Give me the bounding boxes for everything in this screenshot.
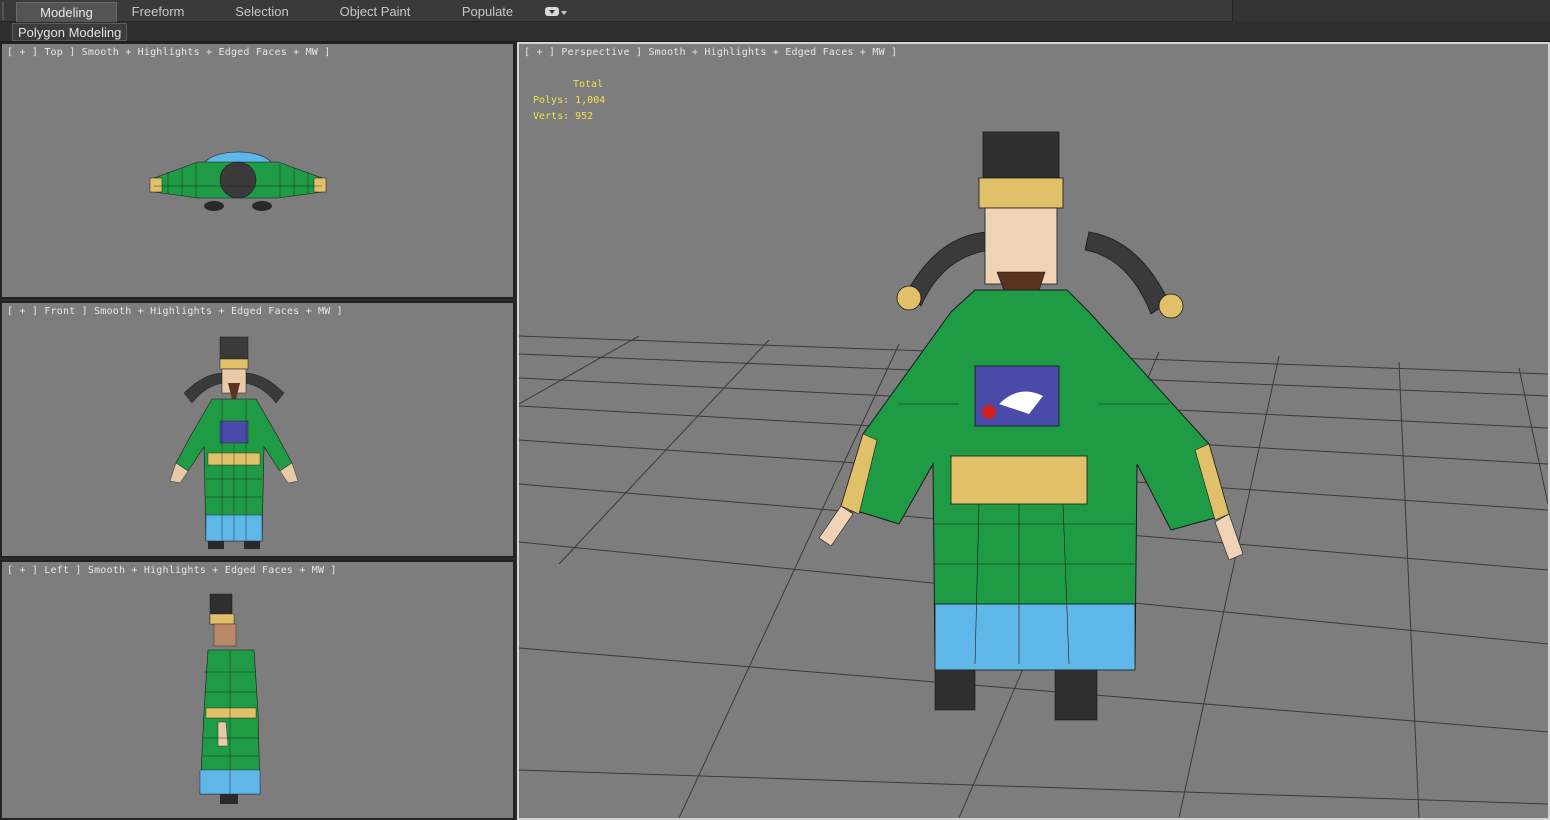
viewport-top-label[interactable]: [ + ] Top ] Smooth + Highlights + Edged … [7,47,330,58]
stats-total-label: Total [573,79,604,90]
tab-object-paint[interactable]: Object Paint [325,2,425,22]
stats-polys: Polys: 1,004 [533,95,606,106]
chevron-down-icon [561,11,567,15]
tab-selection[interactable]: Selection [218,2,306,22]
viewport-front-label[interactable]: [ + ] Front ] Smooth + Highlights + Edge… [7,306,343,317]
tab-freeform[interactable]: Freeform [118,2,198,22]
ribbon-options-dropdown[interactable] [541,2,571,22]
viewport-perspective[interactable]: [ + ] Perspective ] Smooth + Highlights … [517,42,1550,820]
viewport-perspective-label[interactable]: [ + ] Perspective ] Smooth + Highlights … [524,47,897,58]
character-model [818,131,1244,721]
ribbon-toggle-icon [545,7,559,16]
front-view-model [169,336,299,549]
viewport-left[interactable]: [ + ] Left ] Smooth + Highlights + Edged… [0,560,515,820]
tab-populate[interactable]: Populate [445,2,530,22]
left-view-model [199,593,261,804]
stats-verts: Verts: 952 [533,111,594,122]
viewport-top[interactable]: [ + ] Top ] Smooth + Highlights + Edged … [0,42,515,299]
viewport-front[interactable]: [ + ] Front ] Smooth + Highlights + Edge… [0,301,515,558]
ribbon-empty-area [1232,0,1550,22]
tab-modeling[interactable]: Modeling [16,2,117,22]
viewport-left-label[interactable]: [ + ] Left ] Smooth + Highlights + Edged… [7,565,337,576]
max-window: Modeling Freeform Selection Object Paint… [0,0,1550,820]
ribbon-panel-bar: Polygon Modeling [0,22,1550,42]
polygon-modeling-panel-button[interactable]: Polygon Modeling [12,23,128,41]
perspective-grid [519,131,1548,818]
scene-statistics: Total Polys: 1,004 Verts: 952 [533,77,605,125]
top-view-model [149,151,327,211]
ribbon-tab-bar: Modeling Freeform Selection Object Paint… [0,0,1550,22]
ribbon-grip-handle[interactable] [2,2,14,20]
